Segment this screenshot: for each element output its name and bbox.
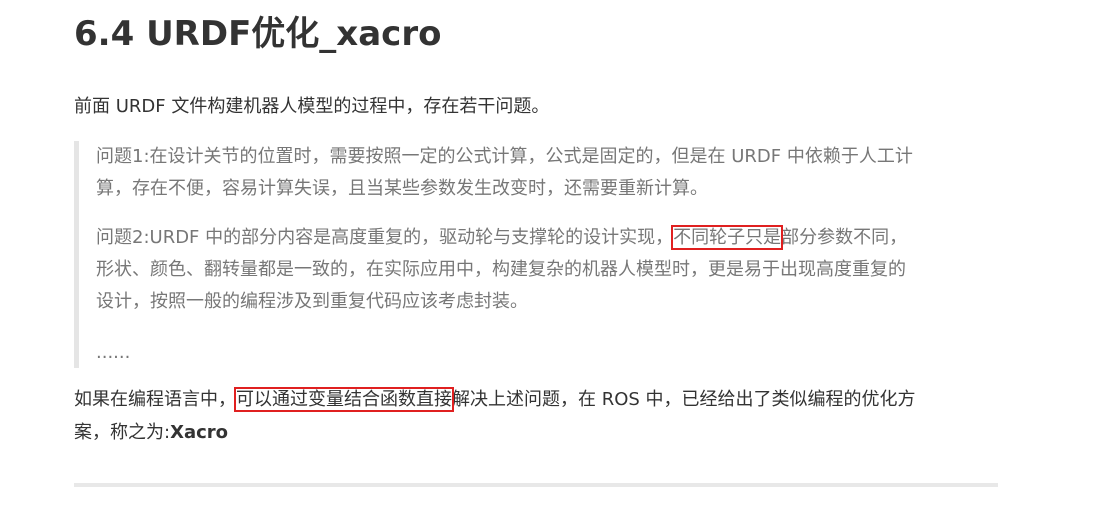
- problem2-line2: 形状、颜色、翻转量都是一致的，在实际应用中，构建复杂的机器人模型时，更是易于出现…: [96, 259, 906, 280]
- problem1-line2: 算，存在不便，容易计算失误，且当某些参数发生改变时，还需要重新计算。: [96, 178, 708, 199]
- quote-ellipsis: ......: [96, 342, 131, 363]
- highlight-box-variables: 可以通过变量结合函数直接: [234, 387, 454, 412]
- section-heading: 6.4 URDF优化_xacro: [74, 14, 442, 54]
- conclusion-line2-pre: 案，称之为:: [74, 422, 171, 443]
- blockquote-bar: [74, 141, 79, 368]
- conclusion-line1-pre: 如果在编程语言中，: [74, 389, 236, 410]
- conclusion-line1-post: 解决上述问题，在 ROS 中，已经给出了类似编程的优化方: [452, 389, 916, 410]
- conclusion-line2: 案，称之为:Xacro: [74, 417, 228, 449]
- problem1-line1: 问题1:在设计关节的位置时，需要按照一定的公式计算，公式是固定的，但是在 URD…: [96, 146, 913, 167]
- intro-paragraph: 前面 URDF 文件构建机器人模型的过程中，存在若干问题。: [74, 96, 550, 117]
- highlight-box-wheels: 不同轮子只是: [671, 225, 784, 250]
- problem2-line1-post: 部分参数不同，: [781, 227, 908, 248]
- xacro-term: Xacro: [170, 422, 229, 443]
- conclusion-line1: 如果在编程语言中，可以通过变量结合函数直接解决上述问题，在 ROS 中，已经给出…: [74, 384, 916, 416]
- problem2-line1: 问题2:URDF 中的部分内容是高度重复的，驱动轮与支撑轮的设计实现，不同轮子只…: [96, 222, 907, 254]
- problem2-line3: 设计，按照一般的编程涉及到重复代码应该考虑封装。: [96, 291, 528, 312]
- problem2-line1-pre: 问题2:URDF 中的部分内容是高度重复的，驱动轮与支撑轮的设计实现，: [96, 227, 674, 248]
- section-divider: [74, 483, 998, 487]
